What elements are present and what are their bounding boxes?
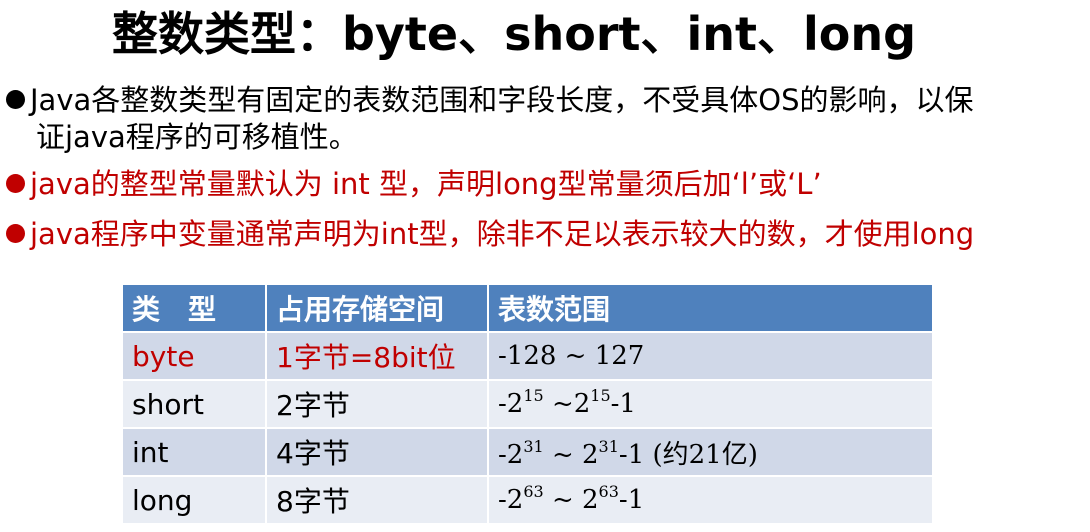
cell-range: -231 ~ 231-1 (约21亿) bbox=[487, 427, 934, 477]
table-row: short 2字节 -215 ~215-1 bbox=[121, 379, 934, 429]
bullet-dot-icon bbox=[6, 90, 25, 109]
page-title: 整数类型：byte、short、int、long bbox=[112, 7, 917, 61]
bullet-text: java的整型常量默认为 int 型，声明long型常量须后加‘l’或‘L’ bbox=[30, 167, 822, 201]
bullet-item-use-long: java程序中变量通常声明为int型，除非不足以表示较大的数，才使用long bbox=[6, 216, 974, 253]
cell-range: -128 ~ 127 bbox=[487, 331, 934, 381]
bullet-item-fixed-range: Java各整数类型有固定的表数范围和字段长度，不受具体OS的影响，以保 证jav… bbox=[6, 82, 974, 156]
table-header-row: 类 型 占用存储空间 表数范围 bbox=[121, 283, 934, 333]
range-exp-1: 63 bbox=[523, 482, 544, 501]
range-exp-2: 15 bbox=[590, 386, 611, 405]
range-pre: -2 bbox=[498, 439, 524, 470]
cell-size: 8字节 bbox=[265, 475, 489, 525]
range-mid: ~2 bbox=[543, 389, 591, 419]
table-row: long 8字节 -263 ~ 263-1 bbox=[121, 475, 934, 525]
range-exp-2: 31 bbox=[598, 436, 619, 456]
bullet-text-line1: Java各整数类型有固定的表数范围和字段长度，不受具体OS的影响，以保 bbox=[30, 83, 974, 117]
bullet-text-line2: 证java程序的可移植性。 bbox=[36, 120, 358, 154]
table-row: byte 1字节=8bit位 -128 ~ 127 bbox=[121, 331, 934, 381]
cell-type: long bbox=[121, 475, 267, 525]
range-pre: -2 bbox=[498, 389, 524, 419]
column-header-range: 表数范围 bbox=[487, 283, 934, 333]
cell-size: 1字节=8bit位 bbox=[265, 331, 489, 381]
bullet-item-default-int: java的整型常量默认为 int 型，声明long型常量须后加‘l’或‘L’ bbox=[6, 166, 822, 203]
range-exp-1: 31 bbox=[523, 436, 544, 456]
cell-range: -215 ~215-1 bbox=[487, 379, 934, 429]
column-header-type: 类 型 bbox=[121, 283, 267, 333]
range-pre: -2 bbox=[498, 485, 524, 515]
cell-size: 2字节 bbox=[265, 379, 489, 429]
cell-size: 4字节 bbox=[265, 427, 489, 477]
range-post: -1 bbox=[610, 389, 636, 419]
bullet-dot-icon bbox=[6, 224, 25, 243]
range-post: -1 bbox=[618, 485, 645, 515]
range-exp-2: 63 bbox=[598, 482, 619, 501]
range-post: -1 (约21亿) bbox=[618, 439, 758, 470]
cell-type: byte bbox=[121, 331, 267, 381]
cell-type: short bbox=[121, 379, 267, 429]
cell-range: -263 ~ 263-1 bbox=[487, 475, 934, 525]
column-header-storage: 占用存储空间 bbox=[265, 283, 489, 333]
integer-range-table: 类 型 占用存储空间 表数范围 byte 1字节=8bit位 -128 ~ 12… bbox=[121, 283, 934, 525]
table-row: int 4字节 -231 ~ 231-1 (约21亿) bbox=[121, 427, 934, 477]
range-mid: ~ 2 bbox=[543, 439, 599, 470]
bullet-text: java程序中变量通常声明为int型，除非不足以表示较大的数，才使用long bbox=[30, 217, 975, 251]
range-exp-1: 15 bbox=[523, 386, 544, 405]
cell-type: int bbox=[121, 427, 267, 477]
bullet-dot-icon bbox=[6, 174, 25, 193]
range-mid: ~ 2 bbox=[543, 485, 599, 515]
